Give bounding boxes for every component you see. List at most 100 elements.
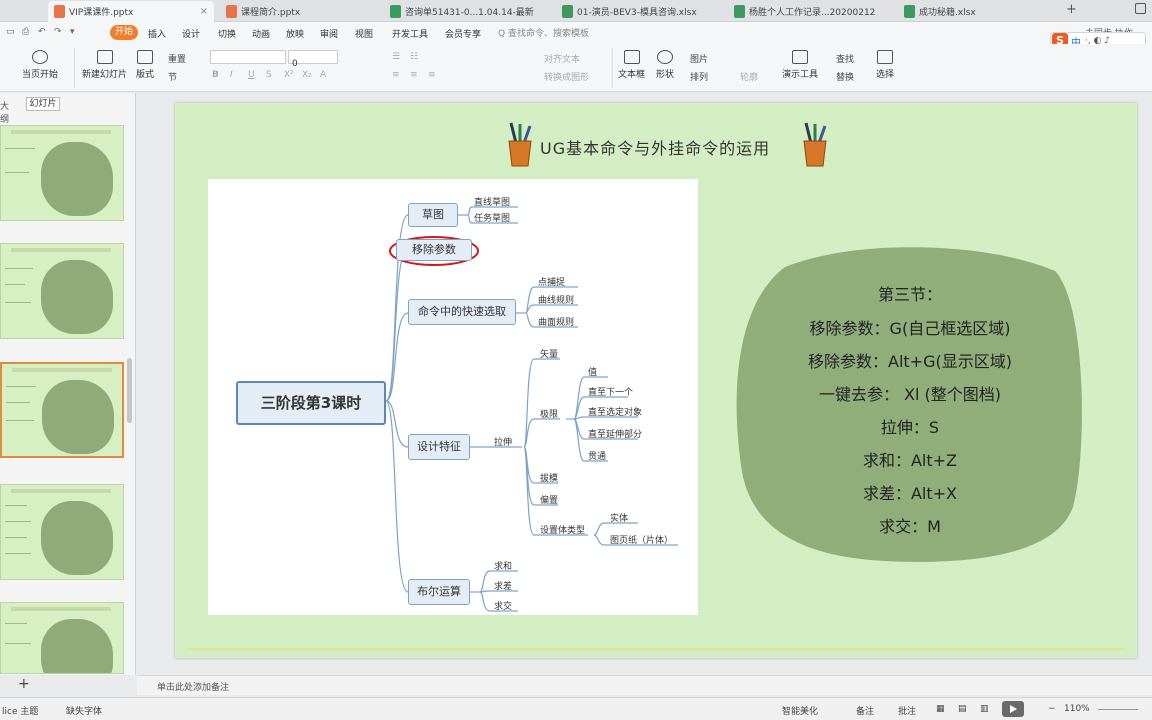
tab-label: 01-演员-BEV3-模具咨询.xlsx — [577, 8, 697, 18]
comments-toggle[interactable]: 批注 — [898, 704, 916, 717]
close-icon[interactable]: × — [200, 6, 208, 17]
textbox-button[interactable]: 文本框 — [618, 50, 645, 80]
xls-file-icon — [734, 5, 745, 18]
menu-member[interactable]: 会员专享 — [445, 27, 481, 40]
status-bar: lice 主题 缺失字体 智能美化 备注 批注 ▦ ▤ ▥ − 110% — [0, 697, 1152, 720]
tab-success-xlsx[interactable]: 成功秘籍.xlsx — [898, 1, 1058, 22]
zoom-out-icon[interactable]: − — [1048, 704, 1056, 714]
menu-start[interactable]: 开始 — [110, 25, 138, 40]
notes-placeholder[interactable]: 单击此处添加备注 — [157, 680, 229, 693]
presentation-tools-icon — [792, 50, 808, 64]
underline-icon[interactable]: U — [248, 70, 255, 80]
thumb-line — [6, 386, 36, 387]
subscript-icon[interactable]: X₂ — [302, 70, 312, 80]
note-line: 移除参数：G(自己框选区域) — [809, 319, 1011, 338]
start-from-current-button[interactable]: 当页开始 — [22, 50, 58, 80]
picture-button[interactable]: 图片 — [690, 52, 708, 65]
undo-icon[interactable]: ↶ — [38, 27, 46, 37]
section-button[interactable]: 节 — [168, 70, 177, 83]
thumb-line — [5, 623, 27, 624]
find-button[interactable]: 查找 — [836, 52, 854, 65]
chevron-down-icon[interactable]: ▾ — [70, 27, 75, 37]
menu-developer[interactable]: 开发工具 — [392, 27, 428, 40]
thumb-line — [5, 172, 29, 173]
reset-button[interactable]: 重置 — [168, 52, 186, 65]
command-search[interactable]: Q 查找命令、搜索模板 — [498, 26, 589, 39]
menu-design[interactable]: 设计 — [182, 27, 200, 40]
new-slide-button[interactable]: 新建幻灯片 — [82, 50, 127, 80]
menu-insert[interactable]: 插入 — [148, 27, 166, 40]
play-slideshow-icon[interactable] — [1002, 701, 1024, 717]
sorter-view-icon[interactable]: ▤ — [958, 704, 967, 714]
replace-button[interactable]: 替换 — [836, 70, 854, 83]
align-text-button[interactable]: 对齐文本 — [544, 52, 580, 65]
font-name-field[interactable] — [210, 50, 286, 64]
add-slide-button[interactable]: + — [18, 676, 30, 692]
play-icon — [32, 50, 48, 64]
zoom-level[interactable]: 110% — [1064, 704, 1090, 714]
print-icon[interactable]: ⎙ — [22, 27, 29, 37]
leaf: 曲面规则 — [538, 318, 575, 328]
leaf: 求交 — [494, 602, 513, 612]
bold-icon[interactable]: B — [212, 70, 219, 80]
missing-font-button[interactable]: 缺失字体 — [66, 704, 102, 717]
slide-thumbnail[interactable] — [0, 602, 124, 674]
layout-button[interactable]: 版式 — [136, 50, 154, 80]
slide[interactable]: UG基本命令与外挂命令的运用 三阶段第3课时 草图 移除参数 命令中的快速选取 … — [175, 103, 1137, 658]
font-size-field[interactable]: 0 — [288, 50, 338, 69]
reading-view-icon[interactable]: ▥ — [980, 704, 989, 714]
align-center-icon[interactable]: ≡ — [410, 70, 418, 80]
save-icon[interactable]: ▭ — [6, 27, 15, 37]
presentation-tools-button[interactable]: 演示工具 — [782, 50, 818, 80]
tab-outline[interactable]: 大纲 — [0, 99, 9, 125]
menu-animation[interactable]: 动画 — [252, 27, 270, 40]
menu-slideshow[interactable]: 放映 — [286, 27, 304, 40]
new-tab-icon[interactable]: + — [1066, 2, 1077, 17]
shape-button[interactable]: 形状 — [656, 50, 674, 80]
font-color-icon[interactable]: A — [320, 70, 326, 80]
tab-slides[interactable]: 幻灯片 — [26, 97, 60, 111]
tab-bev3-xlsx[interactable]: 01-演员-BEV3-模具咨询.xlsx — [556, 1, 724, 22]
slide-thumbnail[interactable] — [0, 125, 124, 221]
leaf: 点捕捉 — [538, 278, 566, 288]
note-line: 求和：Alt+Z — [862, 451, 958, 470]
tab-consult-sheet[interactable]: 咨询单51431-0...1.04.14-最新 — [384, 1, 552, 22]
slide-thumbnail[interactable] — [0, 243, 124, 339]
zoom-slider[interactable] — [1098, 709, 1138, 710]
select-button[interactable]: 选择 — [876, 50, 894, 80]
align-right-icon[interactable]: ≡ — [428, 70, 436, 80]
slide-title: UG基本命令与外挂命令的运用 — [540, 139, 771, 158]
window-icon[interactable] — [1135, 3, 1146, 14]
italic-icon[interactable]: I — [230, 70, 233, 80]
menu-review[interactable]: 审阅 — [320, 27, 338, 40]
tab-vip-pptx[interactable]: VIP课课件.pptx × — [48, 1, 214, 22]
superscript-icon[interactable]: X² — [284, 70, 294, 80]
smart-beautify-button[interactable]: 智能美化 — [782, 704, 818, 717]
thumb-blob — [41, 501, 113, 575]
shadow-icon[interactable]: S — [266, 70, 272, 80]
number-list-icon[interactable]: ☷ — [410, 52, 418, 62]
button-label: 选择 — [876, 70, 895, 80]
outline-button[interactable]: 轮廓 — [740, 70, 758, 83]
bullet-list-icon[interactable]: ☰ — [392, 52, 400, 62]
tab-course-intro[interactable]: 课程简介.pptx — [220, 1, 380, 22]
normal-view-icon[interactable]: ▦ — [936, 704, 945, 714]
slide-thumbnail-current[interactable] — [0, 362, 124, 458]
leaf: 贯通 — [588, 452, 607, 462]
menu-transition[interactable]: 切换 — [218, 27, 236, 40]
panel-scrollbar[interactable] — [127, 358, 132, 423]
thumb-title — [11, 248, 111, 252]
arrange-button[interactable]: 排列 — [690, 70, 708, 83]
align-left-icon[interactable]: ≡ — [392, 70, 400, 80]
convert-graphic-button[interactable]: 转换成图形 — [544, 70, 589, 83]
mind-map: 三阶段第3课时 草图 移除参数 命令中的快速选取 设计特征 布尔运算 直线草图 … — [208, 179, 698, 615]
notes-toggle[interactable]: 备注 — [856, 704, 874, 717]
menu-view[interactable]: 视图 — [355, 27, 373, 40]
tab-work-record[interactable]: 杨胜个人工作记录...20200212 — [728, 1, 894, 22]
slide-thumbnail[interactable] — [0, 484, 124, 580]
leaf: 设置体类型 — [540, 526, 586, 536]
notes-pane[interactable]: 单击此处添加备注 — [137, 675, 1152, 695]
button-label: 当页开始 — [22, 70, 59, 80]
redo-icon[interactable]: ↷ — [54, 27, 62, 37]
xls-file-icon — [904, 5, 915, 18]
